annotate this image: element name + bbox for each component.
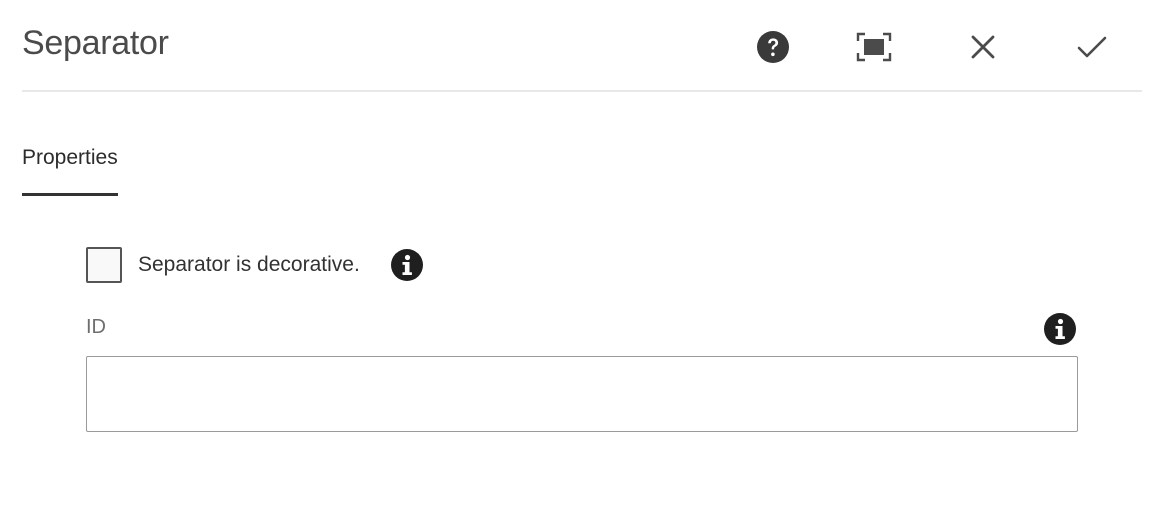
- fullscreen-icon: [856, 32, 892, 62]
- info-icon: [390, 249, 423, 281]
- dialog-header: Separator: [22, 0, 1142, 92]
- close-icon: [971, 35, 995, 59]
- tab-list: Properties: [22, 130, 118, 196]
- help-circle-icon: [757, 31, 789, 63]
- id-input[interactable]: [86, 356, 1078, 432]
- help-button[interactable]: [752, 26, 794, 68]
- close-button[interactable]: [962, 26, 1004, 68]
- id-field-label: ID: [86, 316, 106, 338]
- decorative-info-button[interactable]: [390, 248, 424, 282]
- decorative-checkbox-row: Separator is decorative.: [86, 247, 424, 283]
- separator-dialog: Separator Properties Separator is decora…: [0, 0, 1162, 518]
- id-info-button[interactable]: [1043, 312, 1077, 346]
- decorative-checkbox[interactable]: [86, 247, 122, 283]
- dialog-title: Separator: [22, 24, 169, 62]
- tab-properties[interactable]: Properties: [22, 130, 118, 196]
- fullscreen-button[interactable]: [853, 26, 895, 68]
- decorative-checkbox-label[interactable]: Separator is decorative.: [138, 253, 360, 277]
- info-icon: [1044, 313, 1076, 345]
- done-button[interactable]: [1071, 26, 1113, 68]
- checkmark-icon: [1077, 36, 1107, 58]
